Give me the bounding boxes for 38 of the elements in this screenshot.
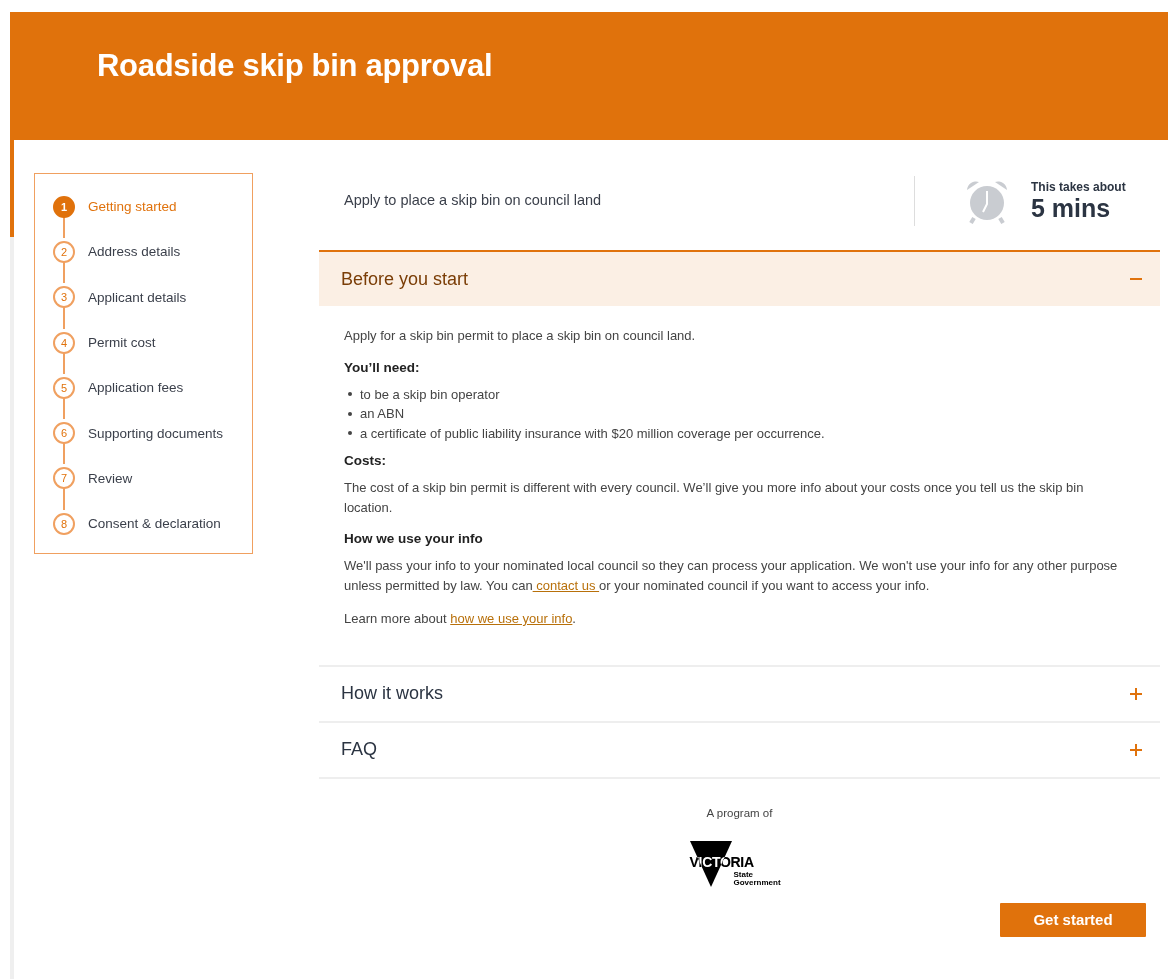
step-number: 3 <box>53 286 75 309</box>
paragraph-text: Apply for a skip bin permit to place a skip bin on council land. <box>344 327 697 345</box>
step-number: 8 <box>53 512 75 535</box>
step-number: 2 <box>53 240 75 263</box>
step-number: 5 <box>53 376 75 399</box>
section-heading: Costs: <box>344 453 387 468</box>
accordion-header[interactable]: Before you start <box>319 252 1160 306</box>
bullet-icon <box>348 431 352 436</box>
duration-value: 5 mins <box>1031 193 1112 223</box>
step-label[interactable]: Permit cost <box>88 335 156 351</box>
intro-text: Apply to place a skip bin on council land <box>344 192 603 208</box>
step-number: 1 <box>53 195 75 218</box>
step-label[interactable]: Review <box>88 470 133 486</box>
paragraph-text: We'll pass your info to your nominated local council so they can process your application. We won't use your info for any other purpose unless permitted by law. You can contact us or your nominated council if you want to access your info. <box>344 557 1119 595</box>
step-label[interactable]: Application fees <box>88 380 184 396</box>
section-heading: You’ll need: <box>344 359 421 375</box>
accordion-header[interactable]: FAQ <box>319 722 1160 777</box>
section-heading: How we use your info <box>344 531 484 546</box>
list-item-text: an ABN <box>360 405 405 423</box>
step-number: 6 <box>53 422 75 445</box>
accordion-header[interactable]: How it works <box>319 666 1160 721</box>
list-item-text: a certificate of public liability insurance with $20 million coverage per occurrence. <box>360 424 825 443</box>
list-item-text: to be a skip bin operator <box>360 385 500 404</box>
step-label[interactable]: Consent & declaration <box>88 516 221 532</box>
bullet-icon <box>348 411 352 416</box>
step-number: 4 <box>53 331 75 354</box>
text-link[interactable]: contact us <box>532 577 600 593</box>
paragraph-text: The cost of a skip bin permit is different with every council. We’ll give you more info about your costs once you tell us the skip bin location. <box>344 479 1085 517</box>
paragraph-text: Learn more about how we use your info. <box>344 610 577 628</box>
bullet-icon <box>348 392 352 397</box>
step-label[interactable]: Applicant details <box>88 289 187 305</box>
duration-label: This takes about <box>1031 179 1126 194</box>
step-label[interactable]: Address details <box>88 244 181 260</box>
page-title: Roadside skip bin approval <box>97 48 493 84</box>
step-number: 7 <box>53 467 75 490</box>
alarm-clock-icon <box>964 178 1010 224</box>
step-label[interactable]: Supporting documents <box>88 425 224 441</box>
program-label: A program of <box>706 806 773 819</box>
